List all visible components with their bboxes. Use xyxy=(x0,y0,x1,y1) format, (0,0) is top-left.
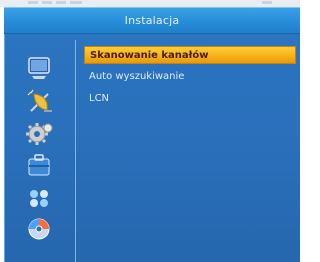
satellite-dish-icon[interactable] xyxy=(22,88,56,114)
menu-item-label: Auto wyszukiwanie xyxy=(89,70,185,82)
tv-monitor-icon[interactable] xyxy=(22,56,56,82)
window-title: Instalacja xyxy=(124,14,180,27)
title-bar: Instalacja xyxy=(4,7,300,34)
games-icon[interactable] xyxy=(22,184,56,210)
menu-item-channel-scan[interactable]: Skanowanie kanałów xyxy=(84,46,296,64)
installation-screen: Instalacja Skanowanie kanałów Auto wyszu… xyxy=(0,0,300,262)
briefcase-icon[interactable] xyxy=(22,152,56,178)
menu-item-label: Skanowanie kanałów xyxy=(90,49,209,61)
menu-item-auto-search[interactable]: Auto wyszukiwanie xyxy=(84,67,296,85)
menu-item-lcn[interactable]: LCN xyxy=(84,89,296,107)
media-disc-icon[interactable] xyxy=(22,216,56,242)
settings-gear-icon[interactable] xyxy=(22,120,56,146)
sidebar-icon-column xyxy=(4,40,76,262)
menu-item-label: LCN xyxy=(89,92,110,104)
top-status-strip xyxy=(0,0,300,7)
